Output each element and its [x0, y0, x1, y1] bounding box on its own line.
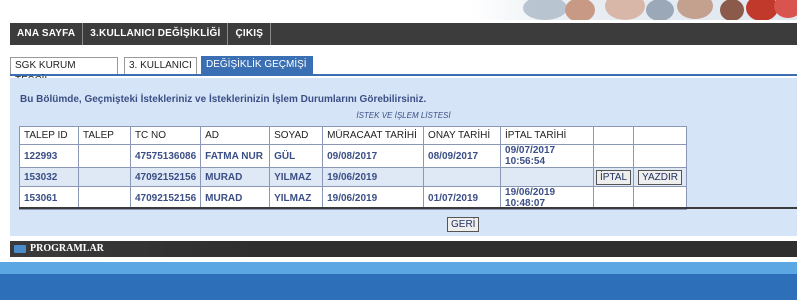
- col-soyad: SOYAD: [269, 126, 324, 145]
- print-button[interactable]: YAZDIR: [638, 169, 682, 185]
- request-table: TALEP ID TALEP TC NO AD SOYAD MÜRACAAT T…: [19, 126, 687, 210]
- cell-action-2: [633, 144, 687, 168]
- cell-tc-no: 47575136086: [129, 144, 202, 168]
- footer-bar-dark: [0, 274, 797, 300]
- cell-talep-id: 122993: [19, 144, 79, 168]
- col-iptal-tarihi: İPTAL TARİHİ: [500, 126, 594, 145]
- header-banner: [0, 0, 797, 22]
- programs-logo-icon: [14, 245, 26, 253]
- content-panel: Bu Bölümde, Geçmişteki İstekleriniz ve İ…: [10, 78, 797, 236]
- programs-bar: PROGRAMLAR: [10, 241, 797, 257]
- cell-soyad: GÜL: [269, 144, 324, 168]
- table-row: 153032 47092152156 MURAD YILMAZ 19/06/20…: [19, 167, 687, 187]
- cell-onay: 08/09/2017: [423, 144, 502, 168]
- col-muracaat-tarihi: MÜRACAAT TARİHİ: [322, 126, 425, 145]
- programs-menu[interactable]: PROGRAMLAR: [30, 243, 104, 254]
- list-title: İSTEK VE İŞLEM LİSTESİ: [356, 111, 451, 120]
- cancel-request-button[interactable]: İPTAL: [595, 169, 632, 185]
- tab-3-kullanici[interactable]: 3. KULLANICI: [124, 57, 197, 74]
- col-action-2: [633, 126, 687, 145]
- banner-photo-collage: [470, 0, 797, 20]
- intro-text: Bu Bölümde, Geçmişteki İstekleriniz ve İ…: [20, 94, 427, 105]
- tab-strip: SGK KURUM TESCİL 3. KULLANICI DEĞİŞİKLİK…: [10, 56, 797, 86]
- cell-ad: FATMA NUR: [200, 144, 271, 168]
- tab-sgk-kurum-tescil[interactable]: SGK KURUM TESCİL: [10, 57, 118, 86]
- table-row: 122993 47575136086 FATMA NUR GÜL 09/08/2…: [19, 144, 687, 168]
- cell-iptal: 09/07/2017 10:56:54: [500, 144, 594, 168]
- cell-action-1: [592, 144, 635, 168]
- cell-tc-no: 47092152156: [129, 167, 202, 187]
- col-onay-tarihi: ONAY TARİHİ: [423, 126, 502, 145]
- col-action-1: [592, 126, 635, 145]
- cell-ad: MURAD: [200, 167, 271, 187]
- cell-onay: [423, 167, 502, 187]
- cell-muracaat: 09/08/2017: [322, 144, 425, 168]
- cell-action-2: YAZDIR: [633, 167, 687, 187]
- cell-soyad: YILMAZ: [269, 167, 324, 187]
- nav-logout[interactable]: ÇIKIŞ: [228, 23, 272, 45]
- nav-home[interactable]: ANA SAYFA: [10, 23, 84, 45]
- cell-muracaat: 19/06/2019: [322, 167, 425, 187]
- back-button[interactable]: GERİ: [447, 217, 480, 232]
- table-header-row: TALEP ID TALEP TC NO AD SOYAD MÜRACAAT T…: [19, 126, 687, 145]
- cell-iptal: [500, 167, 594, 187]
- col-ad: AD: [200, 126, 271, 145]
- tab-degisiklik-gecmisi[interactable]: DEĞİŞİKLİK GEÇMİŞİ: [201, 56, 313, 75]
- footer-bar-light: [0, 262, 797, 274]
- col-talep-id: TALEP ID: [19, 126, 79, 145]
- divider: [19, 207, 797, 209]
- cell-talep-id: 153032: [19, 167, 79, 187]
- cell-talep: [77, 167, 131, 187]
- cell-talep: [77, 144, 131, 168]
- col-tc-no: TC NO: [129, 126, 202, 145]
- top-navigation: ANA SAYFA 3.KULLANICI DEĞİŞİKLİĞİ ÇIKIŞ: [10, 23, 797, 45]
- cell-action-1: İPTAL: [592, 167, 635, 187]
- col-talep: TALEP: [77, 126, 131, 145]
- nav-user-change[interactable]: 3.KULLANICI DEĞİŞİKLİĞİ: [83, 23, 229, 45]
